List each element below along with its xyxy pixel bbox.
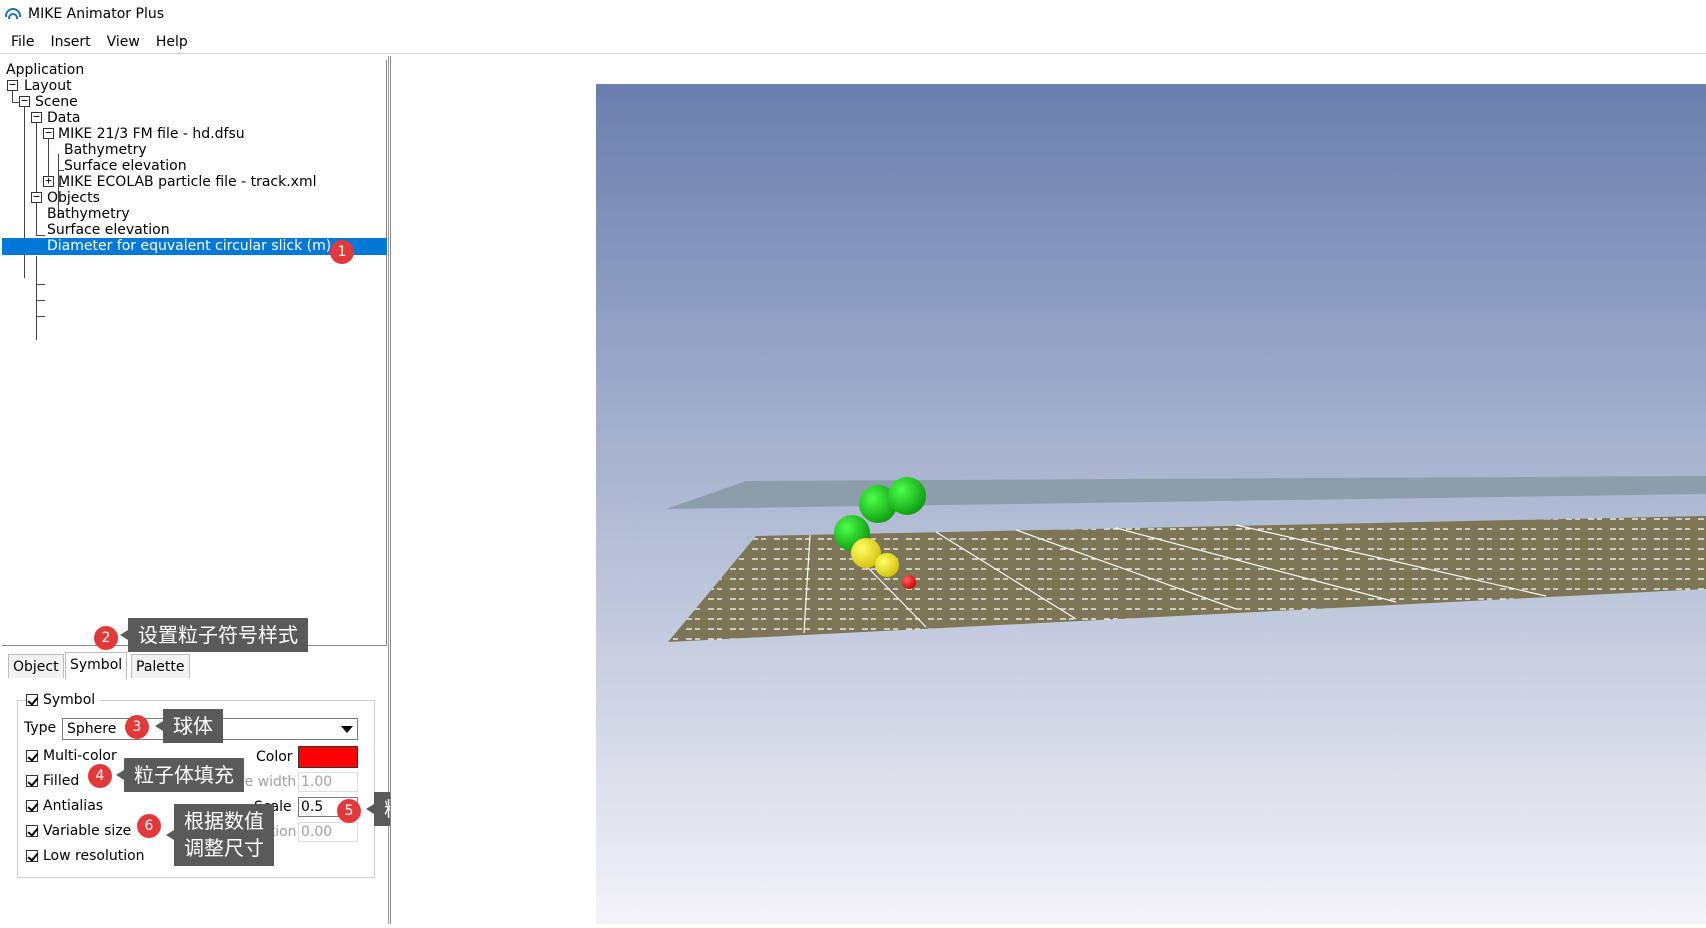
annotation-badge-2: 2 xyxy=(94,626,118,650)
symbol-checkbox[interactable]: Symbol xyxy=(26,692,100,708)
annotation-callout-4: 粒子体填充 xyxy=(116,758,244,792)
tree-item-bathymetry-data[interactable]: Bathymetry xyxy=(64,142,147,159)
title-bar: MIKE Animator Plus xyxy=(0,0,1706,28)
checkbox-icon[interactable] xyxy=(26,850,38,862)
checkbox-icon[interactable] xyxy=(26,825,38,837)
property-tabs: Object Symbol Palette xyxy=(0,652,389,679)
tree-line xyxy=(36,235,45,236)
type-label: Type xyxy=(24,720,57,736)
annotation-badge-5: 5 xyxy=(337,799,361,823)
multi-color-checkbox[interactable]: Multi-color xyxy=(26,748,117,764)
rotation-input[interactable]: 0.00 xyxy=(298,822,358,842)
checkbox-icon[interactable] xyxy=(26,694,38,706)
color-label: Color xyxy=(256,749,293,765)
tab-symbol[interactable]: Symbol xyxy=(65,652,128,679)
annotation-badge-6: 6 xyxy=(137,814,161,838)
expand-icon[interactable]: + xyxy=(43,175,54,187)
tree-item-data[interactable]: Data xyxy=(47,110,80,127)
chevron-down-icon[interactable] xyxy=(341,726,353,733)
collapse-icon[interactable]: − xyxy=(19,95,30,107)
tree-line xyxy=(36,284,45,285)
tree-item-mike-fm-file[interactable]: MIKE 21/3 FM file - hd.dfsu xyxy=(58,126,245,143)
type-select-value: Sphere xyxy=(67,721,117,737)
window-title: MIKE Animator Plus xyxy=(28,6,165,22)
annotation-badge-1: 1 xyxy=(330,240,354,264)
tree-line xyxy=(36,256,37,340)
tree-item-surface-elevation-object[interactable]: Surface elevation xyxy=(47,222,170,239)
checkbox-icon[interactable] xyxy=(26,750,38,762)
tree-item-objects[interactable]: Objects xyxy=(47,190,100,207)
checkbox-icon[interactable] xyxy=(26,775,38,787)
tree-line xyxy=(12,90,13,102)
low-resolution-checkbox[interactable]: Low resolution xyxy=(26,848,145,864)
3d-scene[interactable] xyxy=(596,84,1706,924)
antialias-checkbox[interactable]: Antialias xyxy=(26,798,103,814)
left-panel: Application − Layout − Scene − Data − MI… xyxy=(0,56,389,924)
annotation-callout-3: 球体 xyxy=(155,709,223,743)
annotation-badge-3: 3 xyxy=(125,715,149,739)
annotation-callout-6-line2: 调整尺寸 xyxy=(184,836,264,860)
collapse-icon[interactable]: − xyxy=(31,111,42,123)
tree-item-surface-elevation-data[interactable]: Surface elevation xyxy=(64,158,187,175)
checkbox-icon[interactable] xyxy=(26,800,38,812)
symbol-checkbox-label: Symbol xyxy=(43,692,96,708)
tree-item-application[interactable]: Application xyxy=(6,62,84,79)
variable-size-checkbox[interactable]: Variable size xyxy=(26,823,131,839)
tab-palette[interactable]: Palette xyxy=(131,654,190,678)
particle-yellow xyxy=(875,553,899,577)
collapse-icon[interactable]: − xyxy=(31,191,42,203)
tree-line xyxy=(36,300,45,301)
collapse-icon[interactable]: − xyxy=(43,127,54,139)
particle-green xyxy=(888,477,926,515)
annotation-badge-4: 4 xyxy=(88,764,112,788)
filled-checkbox[interactable]: Filled xyxy=(26,773,79,789)
menu-insert[interactable]: Insert xyxy=(42,31,98,53)
menu-view[interactable]: View xyxy=(99,31,148,53)
tree-item-layout[interactable]: Layout xyxy=(24,78,72,95)
scene-tree[interactable]: Application − Layout − Scene − Data − MI… xyxy=(2,60,387,646)
multi-color-label: Multi-color xyxy=(43,748,117,764)
color-swatch[interactable] xyxy=(298,746,358,768)
menu-bar: File Insert View Help xyxy=(0,30,1706,54)
collapse-icon[interactable]: − xyxy=(7,79,18,91)
tab-object[interactable]: Object xyxy=(8,654,64,678)
tree-item-scene[interactable]: Scene xyxy=(35,94,78,111)
variable-size-label: Variable size xyxy=(43,823,132,839)
annotation-callout-2: 设置粒子符号样式 xyxy=(120,618,308,652)
annotation-callout-6: 根据数值 调整尺寸 xyxy=(166,804,274,866)
low-resolution-label: Low resolution xyxy=(43,848,145,864)
particle-red xyxy=(902,575,916,589)
tree-item-bathymetry-object[interactable]: Bathymetry xyxy=(47,206,130,223)
line-width-input[interactable]: 1.00 xyxy=(298,772,358,792)
menu-help[interactable]: Help xyxy=(148,31,196,53)
filled-label: Filled xyxy=(43,773,80,789)
antialias-label: Antialias xyxy=(43,798,104,814)
tree-line xyxy=(36,122,37,236)
menu-file[interactable]: File xyxy=(3,31,42,53)
tree-line xyxy=(48,138,49,178)
tree-line xyxy=(36,316,45,317)
tree-item-ecolab-file[interactable]: MIKE ECOLAB particle file - track.xml xyxy=(58,174,317,191)
3d-viewport[interactable] xyxy=(596,84,1706,924)
app-logo-icon xyxy=(4,5,22,23)
annotation-callout-6-line1: 根据数值 xyxy=(184,809,264,833)
